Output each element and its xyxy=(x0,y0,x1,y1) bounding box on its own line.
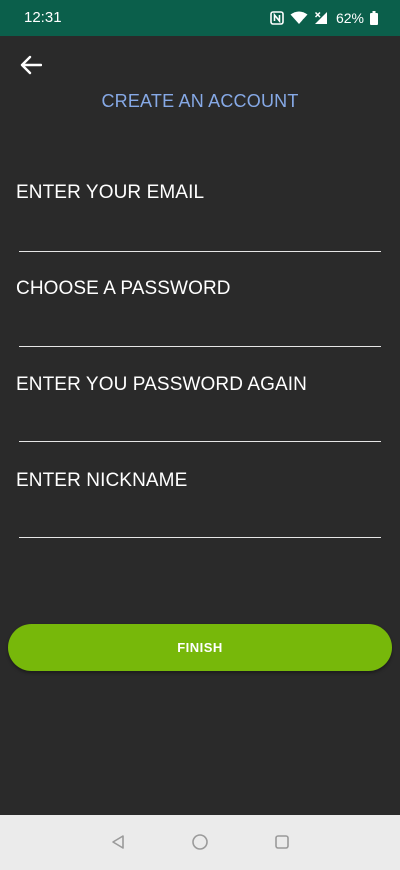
finish-button[interactable]: FINISH xyxy=(8,624,392,671)
nav-home-button[interactable] xyxy=(188,832,212,856)
arrow-left-icon xyxy=(20,55,43,80)
password-field-group: CHOOSE A PASSWORD xyxy=(16,278,382,300)
status-bar: 12:31 62% xyxy=(0,0,400,36)
back-button[interactable] xyxy=(16,52,46,82)
confirm-password-label: ENTER YOU PASSWORD AGAIN xyxy=(16,374,307,395)
status-time: 12:31 xyxy=(24,9,62,26)
battery-percent: 62% xyxy=(335,10,364,26)
status-icons: 62% xyxy=(270,8,378,28)
nickname-field-group: ENTER NICKNAME xyxy=(16,470,382,492)
password-label: CHOOSE A PASSWORD xyxy=(16,278,231,299)
signal-icon xyxy=(314,11,330,25)
email-input[interactable] xyxy=(19,222,381,252)
confirm-password-field-group: ENTER YOU PASSWORD AGAIN xyxy=(16,374,382,396)
page-title: CREATE AN ACCOUNT xyxy=(101,91,299,111)
create-account-screen: 12:31 62% CREATE AN ACCOUNT ENTER YOUR E… xyxy=(0,0,400,870)
confirm-password-input[interactable] xyxy=(19,412,381,442)
nav-back-button[interactable] xyxy=(106,832,130,856)
nickname-input[interactable] xyxy=(19,508,381,538)
email-field-group: ENTER YOUR EMAIL xyxy=(16,182,382,204)
nfc-icon xyxy=(270,11,284,25)
back-triangle-icon xyxy=(110,834,126,855)
battery-icon xyxy=(370,11,378,25)
nickname-label: ENTER NICKNAME xyxy=(16,470,188,491)
system-nav-bar xyxy=(0,815,400,870)
password-input[interactable] xyxy=(19,317,381,347)
nav-recents-button[interactable] xyxy=(270,832,294,856)
wifi-icon xyxy=(290,11,308,25)
email-label: ENTER YOUR EMAIL xyxy=(16,182,205,203)
recents-square-icon xyxy=(274,834,290,855)
home-circle-icon xyxy=(191,833,209,856)
